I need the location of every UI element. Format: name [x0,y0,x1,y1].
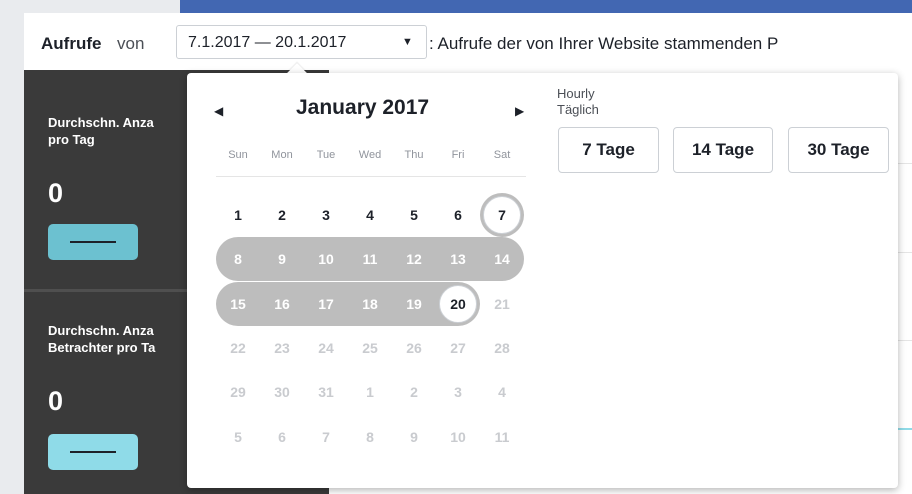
calendar-day-disabled[interactable]: 23 [260,326,304,370]
header-bar: Aufrufe von 7.1.2017 — 20.1.2017 ▼ : Auf… [24,13,912,70]
calendar-day-disabled[interactable]: 21 [480,282,524,326]
calendar-day-disabled[interactable]: 28 [480,326,524,370]
calendar-day-disabled[interactable]: 2 [392,370,436,414]
weekday-header: Fri [451,149,465,161]
calendar-day[interactable]: 2 [260,193,304,237]
preset-7-days-button[interactable]: 7 Tage [558,127,659,173]
calendar-day-disabled[interactable]: 8 [348,415,392,459]
caret-down-icon: ▼ [402,36,413,48]
calendar-day[interactable]: 3 [304,193,348,237]
stat-toggle-button[interactable] [48,224,138,260]
weekday-header: Tue [316,149,336,161]
calendar-day-in-range[interactable]: 9 [260,237,304,281]
preset-14-days-button[interactable]: 14 Tage [673,127,773,173]
calendar-day-disabled[interactable]: 27 [436,326,480,370]
calendar-day-disabled[interactable]: 22 [216,326,260,370]
granularity-hourly[interactable]: Hourly [557,86,595,101]
calendar-day-disabled[interactable]: 26 [392,326,436,370]
dash-icon [70,451,116,453]
calendar-day-disabled[interactable]: 3 [436,370,480,414]
weekday-header: Mon [271,149,293,161]
prev-month-icon[interactable]: ◀ [214,104,223,118]
calendar-day-disabled[interactable]: 7 [304,415,348,459]
calendar-day-range-end[interactable]: 20 [436,282,480,326]
stat-label-viewers-per-day: Durchschn. Anza Betrachter pro Ta [48,323,156,355]
calendar-day-disabled[interactable]: 4 [480,370,524,414]
calendar-day-in-range[interactable]: 14 [480,237,524,281]
date-range-value: 7.1.2017 — 20.1.2017 [188,34,347,51]
weekday-divider [216,176,526,177]
calendar-day-disabled[interactable]: 11 [480,415,524,459]
granularity-daily[interactable]: Täglich [557,102,599,117]
calendar-day-in-range[interactable]: 12 [392,237,436,281]
calendar-day-in-range[interactable]: 13 [436,237,480,281]
calendar-day-in-range[interactable]: 17 [304,282,348,326]
stat-toggle-button[interactable] [48,434,138,470]
calendar-day-in-range[interactable]: 15 [216,282,260,326]
calendar-day-disabled[interactable]: 24 [304,326,348,370]
dash-icon [70,241,116,243]
calendar-day-in-range[interactable]: 8 [216,237,260,281]
calendar-day-disabled[interactable]: 10 [436,415,480,459]
calendar-day-disabled[interactable]: 1 [348,370,392,414]
weekday-header: Wed [358,149,382,161]
calendar-day[interactable]: 1 [216,193,260,237]
preset-30-days-button[interactable]: 30 Tage [788,127,889,173]
calendar-day-in-range[interactable]: 19 [392,282,436,326]
calendar-day-in-range[interactable]: 16 [260,282,304,326]
calendar-day-disabled[interactable]: 9 [392,415,436,459]
calendar-day-disabled[interactable]: 6 [260,415,304,459]
date-range-dropdown[interactable]: 7.1.2017 — 20.1.2017 ▼ [176,25,427,59]
calendar-day-disabled[interactable]: 31 [304,370,348,414]
calendar-day-disabled[interactable]: 30 [260,370,304,414]
calendar-month-title: January 2017 [296,96,430,119]
page-title: Aufrufe [41,34,102,53]
calendar-day[interactable]: 4 [348,193,392,237]
left-gutter [0,0,24,494]
stat-label-views-per-day: Durchschn. Anza pro Tag [48,115,154,147]
stat-value-views-per-day: 0 [48,178,64,208]
calendar-day-disabled[interactable]: 25 [348,326,392,370]
header-description: : Aufrufe der von Ihrer Website stammend… [429,34,779,53]
top-navigation-bar [180,0,912,13]
calendar-day-in-range[interactable]: 10 [304,237,348,281]
calendar-day[interactable]: 6 [436,193,480,237]
calendar-day-range-start[interactable]: 7 [480,193,524,237]
weekday-header: Sun [228,149,248,161]
calendar-day-in-range[interactable]: 11 [348,237,392,281]
next-month-icon[interactable]: ▶ [515,104,524,118]
stat-value-viewers-per-day: 0 [48,386,64,416]
calendar-day-disabled[interactable]: 29 [216,370,260,414]
calendar-day-disabled[interactable]: 5 [216,415,260,459]
weekday-header: Sat [493,149,511,161]
calendar-day-in-range[interactable]: 18 [348,282,392,326]
weekday-header: Thu [404,149,424,161]
header-von-label: von [117,34,145,53]
calendar-day[interactable]: 5 [392,193,436,237]
